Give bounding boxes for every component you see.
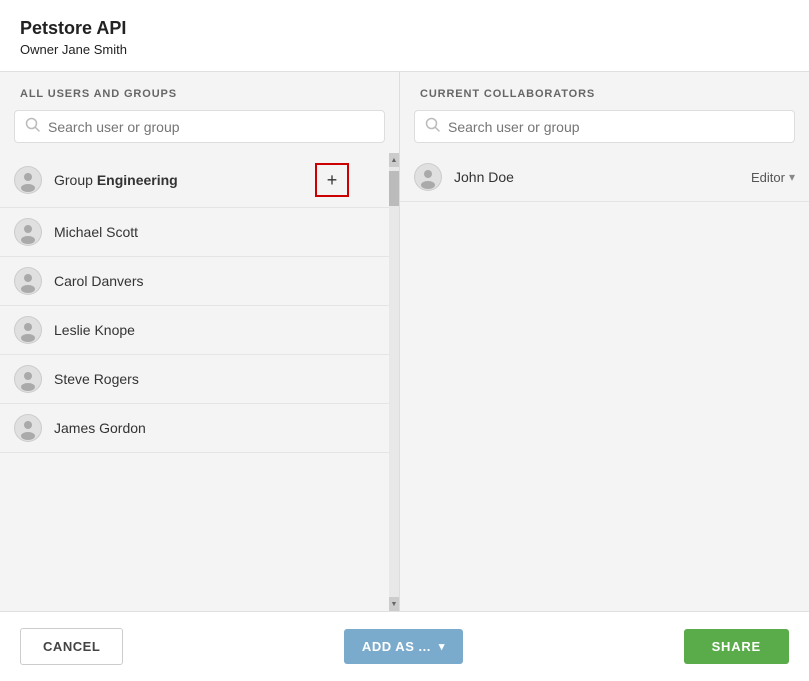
left-search-box[interactable]	[14, 110, 385, 143]
scroll-up-btn[interactable]: ▲	[389, 153, 399, 167]
avatar	[14, 166, 42, 194]
right-search-input[interactable]	[448, 119, 784, 135]
avatar	[414, 163, 442, 191]
user-name: Leslie Knope	[54, 322, 385, 338]
left-panel: ALL USERS AND GROUPS ▲	[0, 72, 400, 611]
group-name-bold: Engineering	[97, 172, 178, 188]
owner-line: Owner Jane Smith	[20, 42, 789, 57]
page-title: Petstore API	[20, 18, 789, 39]
plus-icon: +	[327, 171, 338, 189]
scroll-down-btn[interactable]: ▼	[389, 597, 399, 611]
scroll-thumb[interactable]	[389, 171, 399, 206]
scroll-track	[389, 167, 399, 597]
list-item[interactable]: Michael Scott	[0, 208, 399, 257]
list-item[interactable]: Group Engineering +	[0, 153, 399, 208]
add-as-label: ADD AS ...	[362, 639, 431, 654]
right-search-icon	[425, 117, 440, 136]
avatar	[14, 365, 42, 393]
owner-name: Jane Smith	[62, 42, 127, 57]
chevron-down-icon: ▾	[789, 170, 795, 184]
avatar	[14, 218, 42, 246]
add-group-button[interactable]: +	[315, 163, 349, 197]
scroll-down-icon: ▼	[391, 601, 398, 608]
avatar	[14, 316, 42, 344]
collaborator-name: John Doe	[454, 169, 751, 185]
user-name: Carol Danvers	[54, 273, 385, 289]
left-search-input[interactable]	[48, 119, 374, 135]
list-item[interactable]: Steve Rogers	[0, 355, 399, 404]
avatar	[14, 267, 42, 295]
user-name: Steve Rogers	[54, 371, 385, 387]
role-select[interactable]: Editor ▾	[751, 170, 795, 185]
add-as-button[interactable]: ADD AS ... ▾	[344, 629, 463, 664]
owner-label: Owner	[20, 42, 58, 57]
share-button[interactable]: SHARE	[684, 629, 789, 664]
cancel-button[interactable]: CANCEL	[20, 628, 123, 665]
avatar	[14, 414, 42, 442]
scroll-up-icon: ▲	[391, 157, 398, 164]
header: Petstore API Owner Jane Smith	[0, 0, 809, 72]
role-label: Editor	[751, 170, 785, 185]
right-search-box[interactable]	[414, 110, 795, 143]
list-item[interactable]: Carol Danvers	[0, 257, 399, 306]
list-item[interactable]: James Gordon	[0, 404, 399, 453]
left-search-icon	[25, 117, 40, 136]
footer: CANCEL ADD AS ... ▾ SHARE	[0, 611, 809, 681]
user-name: James Gordon	[54, 420, 385, 436]
add-as-chevron-icon: ▾	[439, 640, 445, 653]
all-users-label: ALL USERS AND GROUPS	[0, 72, 399, 110]
collaborators-label: CURRENT COLLABORATORS	[400, 72, 809, 110]
collaborator-item: John Doe Editor ▾	[400, 153, 809, 202]
right-panel: CURRENT COLLABORATORS John Doe	[400, 72, 809, 611]
user-name: Michael Scott	[54, 224, 385, 240]
list-item[interactable]: Leslie Knope	[0, 306, 399, 355]
user-list-inner: Group Engineering + Michael Scott	[0, 153, 399, 453]
user-list: ▲ Group Engineering +	[0, 153, 399, 611]
main-content: ALL USERS AND GROUPS ▲	[0, 72, 809, 611]
user-name: Group Engineering	[54, 172, 315, 188]
